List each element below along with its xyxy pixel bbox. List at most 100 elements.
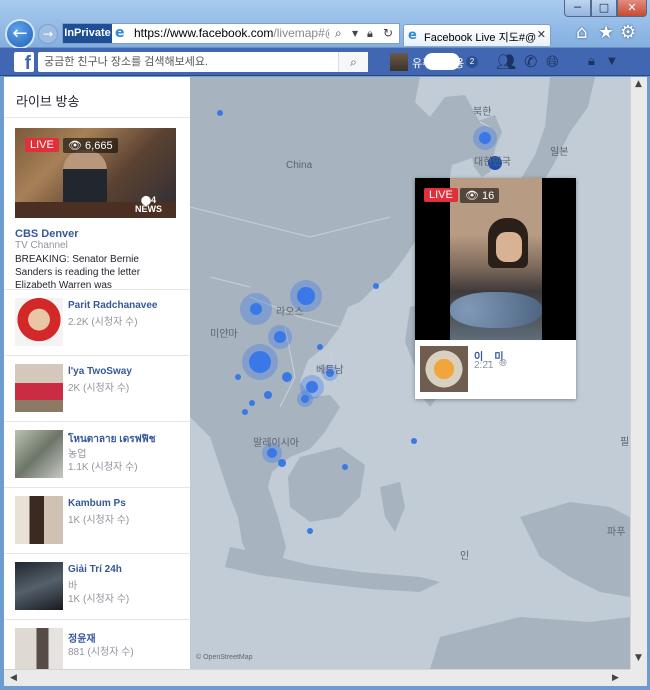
minimize-icon[interactable]: ─ [564, 0, 591, 17]
stream-viewers: 2K (시청자 수) [68, 383, 130, 394]
globe-icon: 🌐︎ [499, 358, 507, 369]
tab-ie-icon: e [408, 28, 417, 43]
list-item[interactable]: Giải Trí 24h 바 1K (시청자 수) [4, 553, 190, 619]
facebook-logo[interactable]: f [14, 52, 34, 72]
map-attribution[interactable]: © OpenStreetMap [196, 654, 253, 661]
stream-viewers: 881 (시청자 수) [68, 647, 134, 658]
featured-channel-type: TV Channel [15, 240, 68, 251]
stream-thumbnail [15, 364, 63, 412]
list-item[interactable]: 정윤재 881 (시청자 수) [4, 619, 190, 669]
popup-video[interactable]: LIVE 👁︎ 16 [415, 178, 576, 340]
search-icon[interactable]: ⌕ [335, 25, 342, 42]
stream-viewers: 1.1K (시청자 수) [68, 462, 138, 473]
sidebar-title: 라이브 방송 [16, 94, 80, 109]
scroll-left-icon[interactable]: ◀ [10, 673, 17, 683]
list-item[interactable]: Kambum Ps 1K (시청자 수) [4, 487, 190, 553]
marker-dot [242, 409, 248, 415]
marker-dot [411, 438, 417, 444]
stream-thumbnail [15, 562, 63, 610]
map-label-laos: 라오스 [276, 307, 304, 318]
map-label-vietnam: 베트남 [316, 365, 344, 376]
popup-face [496, 232, 522, 262]
notification-count: 2 [466, 56, 478, 68]
inprivate-badge: InPrivate [63, 24, 112, 43]
forward-icon[interactable]: → [38, 24, 58, 44]
featured-description: BREAKING: Senator Bernie Sanders is read… [15, 254, 141, 291]
messenger-icon[interactable]: ✆ [524, 52, 537, 72]
marker-dot [235, 374, 241, 380]
tab-close-icon[interactable]: ✕ [537, 28, 546, 41]
search-icon[interactable]: ⌕ [338, 52, 368, 72]
marker-dot [249, 351, 271, 373]
browser-tab[interactable]: e Facebook Live 지도#@... ✕ [403, 24, 551, 46]
dropdown-icon[interactable]: ▼ [608, 52, 616, 72]
stream-name: Parit Radchanavee [68, 300, 158, 311]
url-path: /livemap#@12.3 [273, 26, 329, 40]
facebook-top-bar: f ⌕ 유주 용 2 👥︎ ✆ 🌐︎ 🔒︎ ▼ [0, 48, 650, 76]
list-item[interactable]: l'ya TwoSway 2K (시청자 수) [4, 355, 190, 421]
map-label-indonesia: 인 [460, 551, 470, 562]
map-label-south-korea: 대한민국 [474, 157, 511, 168]
marker-dot [278, 459, 286, 467]
maximize-icon[interactable]: □ [591, 0, 617, 17]
settings-icon[interactable]: ⚙ [620, 22, 636, 43]
map-label-myanmar: 미얀마 [210, 329, 238, 340]
popup-tray [450, 292, 542, 328]
close-window-icon[interactable]: ✕ [617, 0, 647, 17]
horizontal-scrollbar[interactable]: ◀ ▶ [4, 669, 630, 686]
live-badge: LIVE [424, 188, 458, 202]
search-input[interactable] [38, 52, 338, 72]
list-item[interactable]: โหนตาลาย เดรฟฟิช 농업 1.1K (시청자 수) [4, 421, 190, 487]
viewer-count: 👁︎ 16 [460, 188, 500, 203]
map-label-papua: 파푸 [607, 527, 626, 538]
marker-dot [307, 528, 313, 534]
vertical-scrollbar[interactable]: ▲ ▼ [630, 77, 647, 669]
facebook-search: ⌕ [38, 52, 368, 72]
ie-icon: e [115, 25, 125, 41]
marker-dot [249, 400, 255, 406]
featured-channel-name[interactable]: CBS Denver [15, 228, 79, 240]
refresh-icon[interactable]: ↻ [383, 25, 393, 42]
home-icon[interactable]: ⌂ [576, 22, 587, 43]
featured-video-thumbnail[interactable]: LIVE 👁︎ 6,665 ⬤4 NEWS [15, 128, 176, 218]
scroll-down-icon[interactable]: ▼ [635, 653, 642, 663]
stream-viewers: 2.2K (시청자 수) [68, 317, 138, 328]
stream-name: Giải Trí 24h [68, 564, 122, 575]
live-badge: LIVE [25, 138, 59, 152]
map-label-philippines: 필 [620, 437, 630, 448]
lock-menu-icon[interactable]: 🔒︎ [588, 52, 595, 72]
map-label-north-korea: 북한 [473, 107, 492, 118]
friends-icon[interactable]: 👥︎ [496, 52, 516, 72]
marker-dot [217, 110, 223, 116]
stream-thumbnail [15, 496, 63, 544]
popup-time: 2:21 [474, 360, 494, 371]
viewer-count-value: 6,665 [85, 140, 113, 152]
map-label-china: China [286, 160, 313, 171]
stream-name: Kambum Ps [68, 498, 126, 509]
globe-icon[interactable]: 🌐︎ [546, 52, 559, 72]
marker-dot [274, 331, 286, 343]
avatar[interactable] [390, 53, 408, 71]
live-sidebar: 라이브 방송 LIVE 👁︎ 6,665 ⬤4 NEWS CBS Denver T… [4, 77, 190, 669]
scroll-up-icon[interactable]: ▲ [635, 79, 642, 89]
favorites-icon[interactable]: ★ [598, 22, 614, 43]
map-label-malaysia: 말레이시아 [253, 438, 299, 449]
popup-thumbnail [420, 346, 468, 392]
eye-icon: 👁︎ [465, 190, 479, 202]
eye-icon: 👁︎ [68, 140, 82, 152]
sulawesi-island [380, 482, 405, 532]
dropdown-icon[interactable]: ▼ [352, 25, 358, 42]
live-popup-card[interactable]: LIVE 👁︎ 16 이 _ 미 2:21 🌐︎ [415, 178, 576, 399]
stream-viewers: 1K (시청자 수) [68, 594, 130, 605]
marker-dot [373, 283, 379, 289]
marker-dot [282, 372, 292, 382]
lock-icon: 🔒︎ [367, 27, 373, 40]
scroll-right-icon[interactable]: ▶ [612, 673, 619, 683]
marker-dot [479, 132, 491, 144]
list-item[interactable]: Parit Radchanavee 2.2K (시청자 수) [4, 289, 190, 355]
url-text[interactable]: https://www.facebook.com/livemap#@12.3 [134, 24, 329, 43]
marker-dot [250, 303, 262, 315]
address-bar[interactable]: InPrivate e https://www.facebook.com/liv… [62, 23, 400, 44]
map-label-japan: 일본 [550, 147, 569, 158]
back-icon[interactable]: ← [5, 19, 35, 49]
